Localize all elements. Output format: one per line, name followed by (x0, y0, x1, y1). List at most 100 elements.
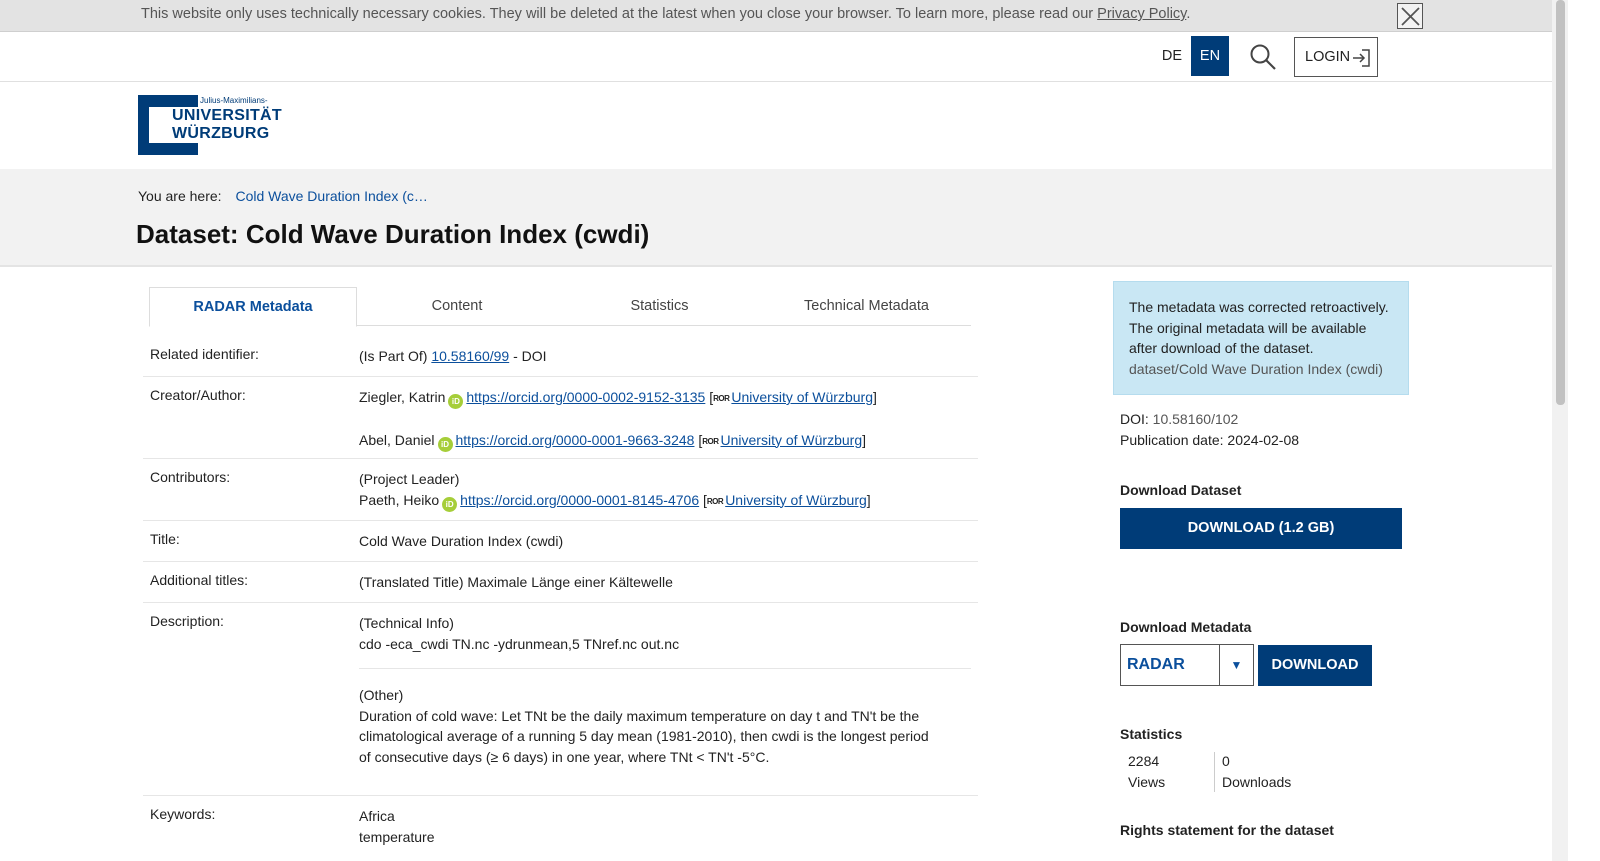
keyword-item: temperature (359, 828, 435, 845)
contributor-affiliation-link[interactable]: University of Würzburg (725, 492, 867, 508)
description-tech-heading: (Technical Info) (359, 615, 454, 631)
breadcrumb-link[interactable]: Cold Wave Duration Index (c… (235, 188, 427, 204)
dropdown-arrow-icon: ▼ (1219, 645, 1253, 685)
value-keywords: Africa temperature (359, 796, 978, 847)
description-other-heading: (Other) (359, 687, 404, 703)
login-button[interactable]: LOGIN (1294, 37, 1378, 77)
logo-line2: WÜRZBURG (172, 125, 270, 142)
orcid-icon: iD (437, 436, 453, 452)
download-dataset-heading: Download Dataset (1120, 482, 1242, 498)
label-description: Description: (150, 613, 224, 629)
download-metadata-button[interactable]: DOWNLOAD (1258, 645, 1372, 686)
cookie-message: This website only uses technically neces… (141, 6, 1098, 22)
ror-icon: ROR (713, 394, 730, 403)
privacy-policy-link[interactable]: Privacy Policy (1097, 6, 1186, 22)
tab-statistics[interactable]: Statistics (557, 287, 762, 326)
stat-divider (1214, 752, 1215, 792)
creator-orcid-link[interactable]: https://orcid.org/0000-0001-9663-3248 (456, 432, 695, 448)
utility-bar: DE EN LOGIN (0, 32, 1552, 82)
breadcrumb: You are here: Cold Wave Duration Index (… (138, 188, 428, 204)
metadata-table: Related identifier: (Is Part Of) 10.5816… (143, 336, 978, 856)
label-additional-titles: Additional titles: (150, 572, 249, 588)
breadcrumb-label: You are here: (138, 188, 222, 204)
publication-date-line: Publication date: 2024-02-08 (1120, 432, 1299, 448)
creator-affiliation-link[interactable]: University of Würzburg (721, 432, 863, 448)
cookie-suffix: . (1186, 6, 1191, 22)
creator-entry: Abel, Daniel iD https://orcid.org/0000-000… (359, 410, 978, 453)
row-description: Description: (Technical Info) cdo -eca_c… (143, 603, 978, 796)
metadata-correction-notice: The metadata was corrected retroactively… (1113, 281, 1409, 395)
contributor-orcid-link[interactable]: https://orcid.org/0000-0001-8145-4706 (460, 492, 699, 508)
metadata-format-select[interactable]: RADAR ▼ (1120, 644, 1254, 686)
download-dataset-button[interactable]: DOWNLOAD (1.2 GB) (1120, 508, 1402, 549)
download-metadata-heading: Download Metadata (1120, 619, 1252, 635)
tab-content[interactable]: Content (357, 287, 557, 326)
views-label: Views (1128, 773, 1166, 790)
row-additional-titles: Additional titles: (Translated Title) Ma… (143, 562, 978, 603)
language-en-button[interactable]: EN (1191, 36, 1229, 76)
page-title: Dataset: Cold Wave Duration Index (cwdi) (136, 219, 650, 249)
related-suffix: - DOI (509, 348, 547, 364)
creator-name: Ziegler, Katrin (359, 389, 446, 405)
orcid-icon: iD (442, 496, 458, 512)
ror-icon: ROR (706, 496, 724, 506)
doi-line: DOI: 10.58160/102 (1120, 411, 1238, 427)
downloads-count: 0 (1222, 753, 1230, 769)
notice-path: dataset/Cold Wave Duration Index (cwdi) (1129, 360, 1383, 377)
title-band: You are here: Cold Wave Duration Index (… (0, 169, 1552, 267)
views-count: 2284 (1128, 753, 1160, 769)
creator-affiliation-link[interactable]: University of Würzburg (731, 389, 873, 405)
publication-date-value: 2024-02-08 (1227, 432, 1300, 448)
value-additional-titles: (Translated Title) Maximale Länge einer … (359, 574, 673, 590)
label-keywords: Keywords: (150, 806, 216, 822)
statistics-heading: Statistics (1120, 726, 1183, 742)
university-logo[interactable]: Julius-Maximilians- UNIVERSITÄT WÜRZBURG (138, 95, 282, 155)
downloads-stat: 0 Downloads (1222, 751, 1291, 792)
contributor-role: (Project Leader) (359, 471, 460, 487)
cookie-close-button[interactable] (1397, 3, 1423, 29)
contributor-entry: (Project Leader) Paeth, Heiko iD https://o… (359, 459, 978, 512)
creator-orcid-link[interactable]: https://orcid.org/0000-0002-9152-3135 (466, 389, 705, 405)
ror-icon: ROR (702, 436, 719, 446)
search-icon (1250, 44, 1276, 70)
scrollbar-thumb[interactable] (1556, 0, 1565, 405)
login-label: LOGIN (1305, 49, 1351, 65)
cookie-text: This website only uses technically neces… (141, 6, 1190, 22)
search-button[interactable] (1249, 43, 1277, 71)
tab-technical-metadata[interactable]: Technical Metadata (762, 287, 971, 326)
contributor-name: Paeth, Heiko (359, 491, 440, 508)
tab-radar-metadata[interactable]: RADAR Metadata (149, 287, 357, 327)
metadata-format-value: RADAR (1127, 656, 1185, 673)
row-keywords: Keywords: Africa temperature (143, 796, 978, 856)
doi-label: DOI: (1120, 411, 1149, 427)
description-technical: (Technical Info) cdo -eca_cwdi TN.nc -yd… (359, 603, 978, 654)
views-stat: 2284 Views (1128, 751, 1165, 792)
value-related-identifier: (Is Part Of) 10.58160/99 - DOI (359, 336, 978, 367)
label-creators: Creator/Author: (150, 387, 246, 403)
row-title: Title: Cold Wave Duration Index (cwdi) (143, 521, 978, 562)
close-icon (1401, 7, 1420, 26)
row-contributors: Contributors: (Project Leader) Paeth, He… (143, 459, 978, 521)
doi-value: 10.58160/102 (1152, 411, 1239, 427)
creator-name: Abel, Daniel (359, 431, 435, 448)
language-de-button[interactable]: DE (1153, 36, 1191, 76)
description-other: (Other) Duration of cold wave: Let TNt b… (359, 669, 978, 767)
publication-date-label: Publication date: (1120, 432, 1224, 448)
row-creators: Creator/Author: Ziegler, Katrin iD https:/… (143, 377, 978, 459)
rights-heading: Rights statement for the dataset (1120, 822, 1334, 838)
cookie-banner: This website only uses technically neces… (0, 0, 1552, 32)
logo-line1: UNIVERSITÄT (172, 107, 282, 124)
login-arrow-icon (1353, 49, 1370, 67)
label-contributors: Contributors: (150, 469, 231, 485)
value-title: Cold Wave Duration Index (cwdi) (359, 533, 564, 549)
keyword-item: Africa (359, 808, 395, 824)
row-related-identifier: Related identifier: (Is Part Of) 10.5816… (143, 336, 978, 377)
page-scrollbar[interactable] (1552, 0, 1568, 861)
label-related-identifier: Related identifier: (150, 346, 259, 362)
related-prefix: (Is Part Of) (359, 348, 432, 364)
description-tech-text: cdo -eca_cwdi TN.nc -ydrunmean,5 TNref.n… (359, 635, 680, 652)
notice-text: The metadata was corrected retroactively… (1129, 299, 1389, 356)
logo-small-text: Julius-Maximilians- (200, 96, 268, 105)
description-other-text: Duration of cold wave: Let TNt be the da… (359, 707, 929, 765)
related-doi-link[interactable]: 10.58160/99 (431, 348, 509, 364)
